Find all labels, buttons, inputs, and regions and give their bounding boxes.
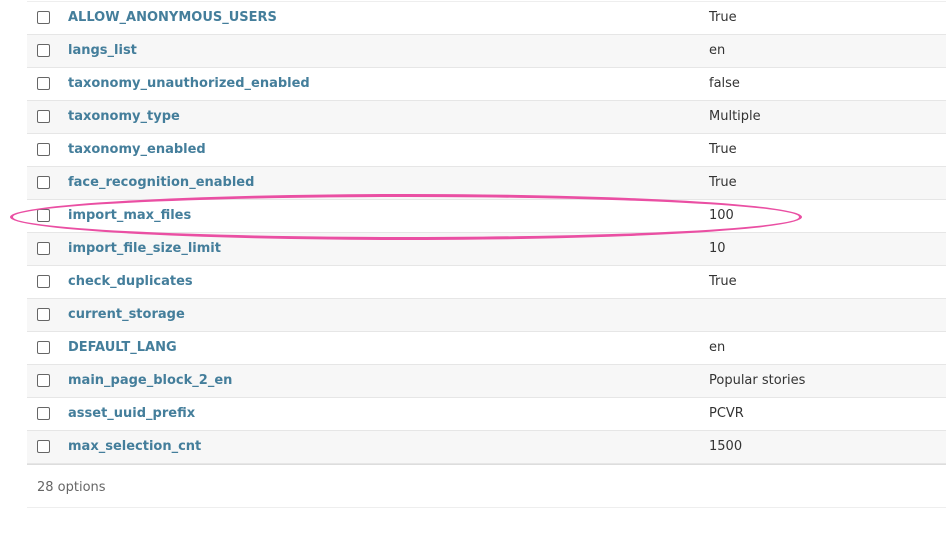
row-checkbox[interactable] xyxy=(37,143,50,156)
row-checkbox[interactable] xyxy=(37,341,50,354)
row-checkbox[interactable] xyxy=(37,440,50,453)
option-key-link[interactable]: asset_uuid_prefix xyxy=(68,406,195,421)
option-key-link[interactable]: taxonomy_type xyxy=(68,109,180,124)
option-value: en xyxy=(709,340,726,355)
options-count: 28 options xyxy=(37,480,106,495)
table-row: max_selection_cnt 1500 xyxy=(27,431,946,464)
option-value: 1500 xyxy=(709,439,743,454)
row-checkbox[interactable] xyxy=(37,176,50,189)
table-row: langs_list en xyxy=(27,35,946,68)
option-value: True xyxy=(709,274,737,289)
option-key-link[interactable]: current_storage xyxy=(68,307,185,322)
table-row: taxonomy_enabled True xyxy=(27,134,946,167)
table-row: check_duplicates True xyxy=(27,266,946,299)
row-checkbox[interactable] xyxy=(37,374,50,387)
table-row: ALLOW_ANONYMOUS_USERS True xyxy=(27,2,946,35)
option-key-link[interactable]: main_page_block_2_en xyxy=(68,373,232,388)
option-value: 10 xyxy=(709,241,726,256)
table-row: face_recognition_enabled True xyxy=(27,167,946,200)
table-row: main_page_block_2_en Popular stories xyxy=(27,365,946,398)
option-value: PCVR xyxy=(709,406,744,421)
option-key-link[interactable]: langs_list xyxy=(68,43,137,58)
option-key-link[interactable]: DEFAULT_LANG xyxy=(68,340,177,355)
table-row: import_file_size_limit 10 xyxy=(27,233,946,266)
row-checkbox[interactable] xyxy=(37,11,50,24)
option-key-link[interactable]: check_duplicates xyxy=(68,274,193,289)
option-key-link[interactable]: import_file_size_limit xyxy=(68,241,221,256)
row-checkbox[interactable] xyxy=(37,275,50,288)
option-value: True xyxy=(709,142,737,157)
table-row: current_storage xyxy=(27,299,946,332)
table-row: taxonomy_type Multiple xyxy=(27,101,946,134)
table-row: asset_uuid_prefix PCVR xyxy=(27,398,946,431)
table-row: taxonomy_unauthorized_enabled false xyxy=(27,68,946,101)
option-value: en xyxy=(709,43,726,58)
table-row: DEFAULT_LANG en xyxy=(27,332,946,365)
option-value: 100 xyxy=(709,208,734,223)
option-key-link[interactable]: taxonomy_unauthorized_enabled xyxy=(68,76,310,91)
row-checkbox[interactable] xyxy=(37,308,50,321)
option-key-link[interactable]: max_selection_cnt xyxy=(68,439,201,454)
option-value: false xyxy=(709,76,740,91)
table-row: import_max_files 100 xyxy=(27,200,946,233)
row-checkbox[interactable] xyxy=(37,77,50,90)
row-checkbox[interactable] xyxy=(37,407,50,420)
option-key-link[interactable]: face_recognition_enabled xyxy=(68,175,254,190)
row-checkbox[interactable] xyxy=(37,209,50,222)
option-key-link[interactable]: import_max_files xyxy=(68,208,191,223)
option-key-link[interactable]: taxonomy_enabled xyxy=(68,142,206,157)
row-checkbox[interactable] xyxy=(37,242,50,255)
row-checkbox[interactable] xyxy=(37,110,50,123)
option-value: True xyxy=(709,10,737,25)
row-checkbox[interactable] xyxy=(37,44,50,57)
option-value: True xyxy=(709,175,737,190)
table-footer: 28 options xyxy=(27,464,946,508)
option-value: Popular stories xyxy=(709,373,806,388)
option-key-link[interactable]: ALLOW_ANONYMOUS_USERS xyxy=(68,10,277,25)
option-value: Multiple xyxy=(709,109,761,124)
options-table: ALLOW_ANONYMOUS_USERS True langs_list en… xyxy=(27,1,946,464)
